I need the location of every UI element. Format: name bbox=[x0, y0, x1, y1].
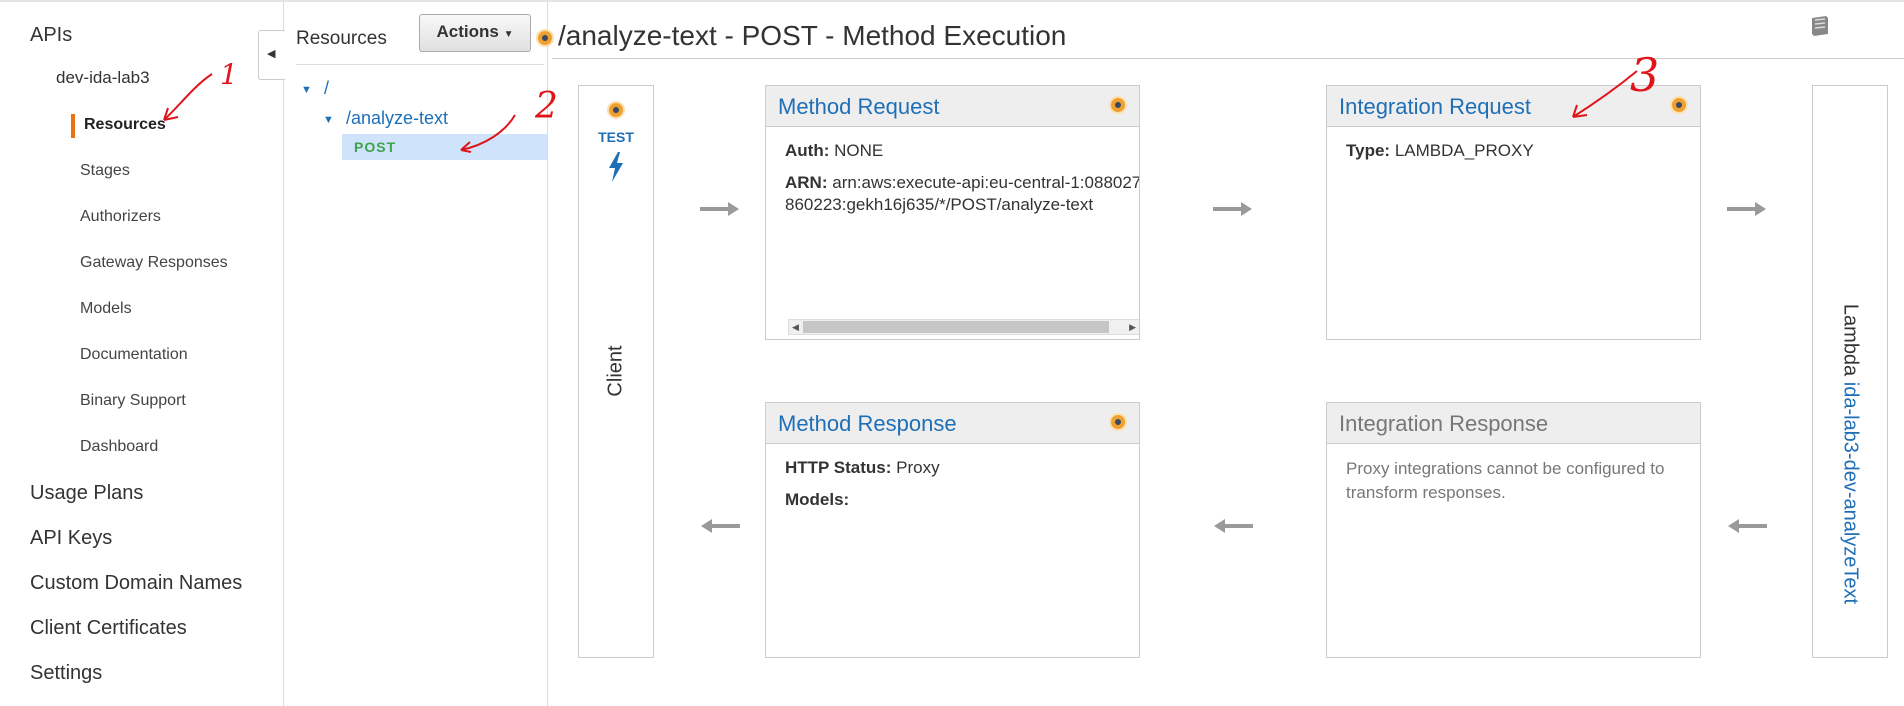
expand-caret-icon[interactable]: ▼ bbox=[323, 114, 334, 126]
status-dot-icon bbox=[1109, 413, 1127, 431]
nav-api-keys[interactable]: API Keys bbox=[30, 527, 112, 550]
resources-title: Resources bbox=[296, 28, 387, 49]
lambda-key: Lambda bbox=[1839, 303, 1862, 377]
method-request-body: Auth: NONE ARN: arn:aws:execute-api:eu-c… bbox=[785, 140, 1140, 226]
nav-item-authorizers[interactable]: Authorizers bbox=[80, 208, 161, 226]
integration-response-title: Integration Response bbox=[1339, 411, 1549, 436]
models-key: Models: bbox=[785, 490, 850, 509]
status-dot-icon bbox=[1670, 96, 1688, 114]
arn-key: ARN: bbox=[785, 173, 828, 192]
nav-item-stages[interactable]: Stages bbox=[80, 162, 130, 180]
nav-item-models[interactable]: Models bbox=[80, 300, 132, 318]
nav-settings[interactable]: Settings bbox=[30, 662, 102, 685]
auth-value: NONE bbox=[834, 141, 884, 160]
status-dot-icon bbox=[607, 101, 625, 119]
panel-header: Method Request bbox=[766, 86, 1139, 127]
nav-usage-plans[interactable]: Usage Plans bbox=[30, 482, 143, 505]
divider bbox=[296, 64, 544, 65]
nav-custom-domain-names[interactable]: Custom Domain Names bbox=[30, 572, 242, 595]
nav-apis[interactable]: APIs bbox=[30, 24, 72, 47]
tree-analyze-text[interactable]: /analyze-text bbox=[346, 108, 448, 129]
integration-request-link[interactable]: Integration Request bbox=[1339, 94, 1531, 120]
nav-item-documentation[interactable]: Documentation bbox=[80, 346, 188, 364]
integration-response-panel: Integration Response Proxy integrations … bbox=[1326, 402, 1701, 658]
test-button[interactable]: TEST bbox=[579, 129, 653, 145]
http-status-row: HTTP Status: Proxy bbox=[785, 457, 1139, 479]
proxy-note: Proxy integrations cannot be configured … bbox=[1346, 459, 1665, 502]
client-column: TEST Client bbox=[578, 85, 654, 658]
arrow-left-icon bbox=[701, 519, 740, 533]
method-response-link[interactable]: Method Response bbox=[778, 411, 957, 437]
arrow-right-icon bbox=[700, 202, 739, 216]
horizontal-scrollbar[interactable]: ◀ ▶ bbox=[788, 319, 1139, 335]
integration-response-body: Proxy integrations cannot be configured … bbox=[1346, 457, 1700, 505]
http-status-key: HTTP Status: bbox=[785, 458, 892, 477]
nav-client-certificates[interactable]: Client Certificates bbox=[30, 617, 187, 640]
resources-panel: Resources Actions ▼ ▼ / ▼ /analyze-text … bbox=[284, 2, 548, 706]
nav-item-resources[interactable]: Resources bbox=[84, 116, 166, 134]
caret-down-icon: ▼ bbox=[503, 29, 514, 40]
left-navigation: APIs dev-ida-lab3 Resources Stages Autho… bbox=[0, 2, 285, 706]
arrow-left-icon bbox=[1728, 519, 1767, 533]
type-key: Type: bbox=[1346, 141, 1391, 160]
actions-label: Actions bbox=[436, 22, 499, 41]
scroll-left-icon[interactable]: ◀ bbox=[792, 320, 799, 334]
client-label: Client bbox=[604, 345, 627, 397]
scroll-right-icon[interactable]: ▶ bbox=[1129, 320, 1136, 334]
active-indicator bbox=[71, 114, 75, 138]
nav-item-binary-support[interactable]: Binary Support bbox=[80, 392, 186, 410]
expand-caret-icon[interactable]: ▼ bbox=[301, 84, 312, 96]
method-response-body: HTTP Status: Proxy Models: bbox=[785, 457, 1139, 521]
method-post-label: POST bbox=[354, 139, 397, 155]
arrow-left-icon bbox=[1214, 519, 1253, 533]
scrollbar-thumb[interactable] bbox=[803, 321, 1109, 333]
method-request-panel: Method Request Auth: NONE ARN: arn:aws:e… bbox=[765, 85, 1140, 340]
status-dot-icon bbox=[1109, 96, 1127, 114]
type-value: LAMBDA_PROXY bbox=[1394, 141, 1534, 160]
auth-key: Auth: bbox=[785, 141, 830, 160]
panel-header: Integration Response bbox=[1327, 403, 1700, 444]
lambda-column: Lambda ida-lab3-dev-analyzeText bbox=[1812, 85, 1888, 658]
integration-request-panel: Integration Request Type: LAMBDA_PROXY bbox=[1326, 85, 1701, 340]
tree-method-post[interactable]: POST bbox=[342, 134, 547, 160]
arn-value: arn:aws:execute-api:eu-central-1:0880278… bbox=[785, 173, 1140, 214]
http-status-value: Proxy bbox=[896, 458, 940, 477]
arrow-right-icon bbox=[1213, 202, 1252, 216]
lambda-label: Lambda ida-lab3-dev-analyzeText bbox=[1839, 304, 1862, 604]
tree-root[interactable]: / bbox=[324, 78, 329, 99]
actions-button[interactable]: Actions ▼ bbox=[419, 14, 531, 52]
panel-header: Method Response bbox=[766, 403, 1139, 444]
chevron-left-icon: ◀ bbox=[267, 48, 276, 60]
collapse-nav-button[interactable]: ◀ bbox=[258, 30, 285, 80]
status-dot-icon bbox=[536, 29, 554, 47]
type-row: Type: LAMBDA_PROXY bbox=[1346, 140, 1700, 162]
nav-api-dev-ida-lab3[interactable]: dev-ida-lab3 bbox=[56, 68, 150, 88]
method-response-panel: Method Response HTTP Status: Proxy Model… bbox=[765, 402, 1140, 658]
lightning-bolt-icon[interactable] bbox=[607, 152, 625, 182]
lambda-function-link[interactable]: ida-lab3-dev-analyzeText bbox=[1840, 382, 1862, 604]
page-title: /analyze-text - POST - Method Execution bbox=[558, 20, 1067, 51]
integration-request-body: Type: LAMBDA_PROXY bbox=[1346, 140, 1700, 172]
nav-item-gateway-responses[interactable]: Gateway Responses bbox=[80, 254, 228, 272]
arn-row: ARN: arn:aws:execute-api:eu-central-1:08… bbox=[785, 172, 1140, 216]
auth-row: Auth: NONE bbox=[785, 140, 1139, 162]
models-row: Models: bbox=[785, 489, 1139, 511]
arrow-right-icon bbox=[1727, 202, 1766, 216]
panel-header: Integration Request bbox=[1327, 86, 1700, 127]
method-request-link[interactable]: Method Request bbox=[778, 94, 939, 120]
book-icon[interactable] bbox=[1808, 14, 1832, 38]
nav-item-dashboard[interactable]: Dashboard bbox=[80, 438, 158, 456]
divider bbox=[552, 58, 1904, 59]
